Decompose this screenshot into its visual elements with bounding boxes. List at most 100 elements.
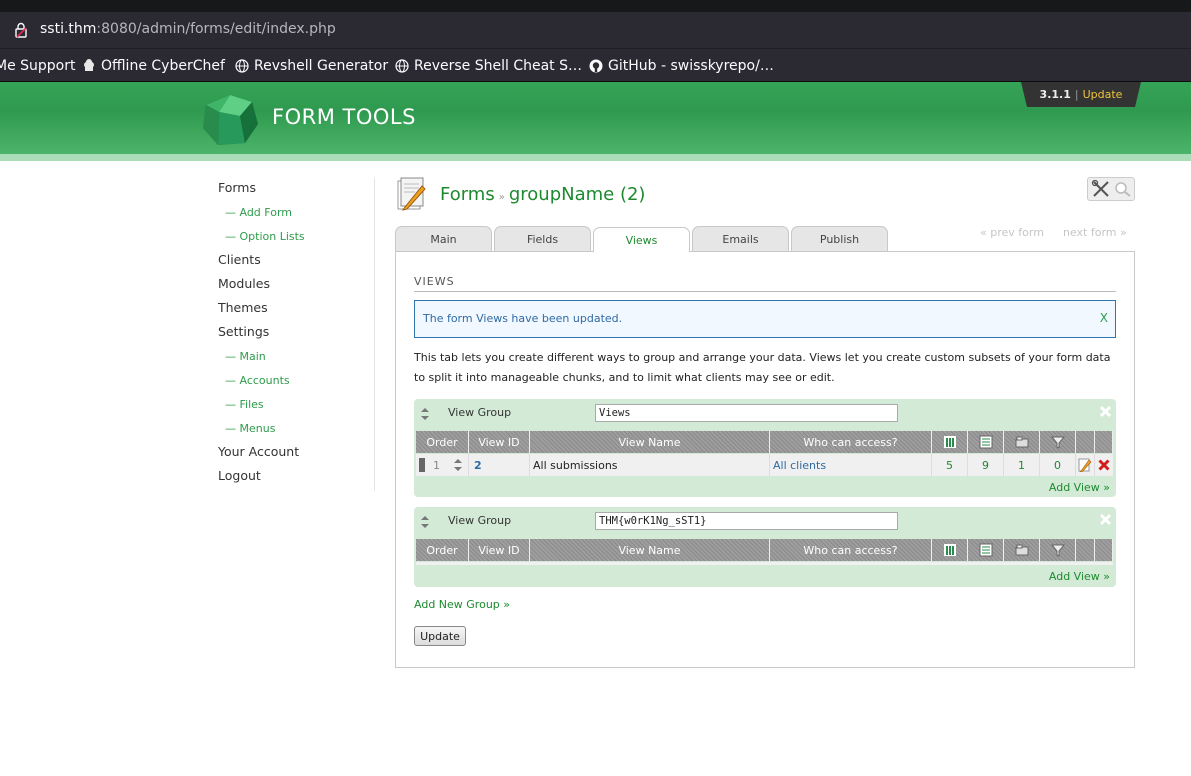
nav-themes[interactable]: Themes [218,300,268,315]
version-box: 3.1.1 | Update [1021,82,1141,107]
prev-form-link[interactable]: « prev form [980,226,1044,239]
nav-option-lists[interactable]: — Option Lists [225,230,305,243]
nav-accounts[interactable]: — Accounts [225,374,290,387]
add-view-link[interactable]: Add View » [1049,570,1110,583]
view-group-label: View Group [448,406,512,419]
breadcrumb-forms[interactable]: Forms [440,184,495,205]
col-tabs [1004,431,1040,453]
section-title: VIEWS [414,275,455,288]
bookmark-reverse-shell[interactable]: Reverse Shell Cheat S… [395,58,582,74]
delete-icon[interactable] [1098,459,1110,471]
cell-tabs-count: 1 [1004,454,1040,476]
col-order: Order [416,431,469,453]
view-group-label: View Group [448,514,512,527]
tabs-icon [1015,436,1028,448]
nav-logout[interactable]: Logout [218,468,261,483]
update-link[interactable]: Update [1083,88,1123,101]
drag-handle[interactable] [419,458,425,472]
sort-arrows-icon[interactable] [421,516,429,528]
nav-modules[interactable]: Modules [218,276,270,291]
sort-arrows-icon[interactable] [421,408,429,420]
col-delete [1095,431,1113,453]
view-group-name-input[interactable] [595,512,898,530]
tab-publish[interactable]: Publish [791,226,888,252]
cell-delete [1095,454,1113,476]
form-tools-logo-icon[interactable] [200,94,260,146]
col-fields [968,539,1004,561]
bookmark-revshell[interactable]: Revshell Generator [235,58,388,74]
col-view-name: View Name [530,539,770,561]
lock-icon[interactable] [15,22,27,38]
nav-settings[interactable]: Settings [218,324,269,339]
view-group: View Group Order View ID View Name Who c… [414,507,1116,587]
version-separator: | [1074,88,1079,101]
table-header: Order View ID View Name Who can access? [416,539,1113,561]
views-description: This tab lets you create different ways … [414,351,1111,384]
search-icon[interactable] [1113,180,1133,198]
nav-settings-main[interactable]: — Main [225,350,266,363]
browser-title-strip [0,0,1191,12]
nav-your-account[interactable]: Your Account [218,444,299,459]
columns-icon [943,436,956,448]
col-edit [1076,539,1095,561]
bookmark-label: Reverse Shell Cheat S… [414,58,582,74]
edit-pencil-icon[interactable] [1078,458,1092,472]
cell-order: 1 [416,454,469,476]
order-value: 1 [433,458,440,472]
notification-text: The form Views have been updated. [423,312,623,325]
nav-divider [374,178,375,491]
col-view-id: View ID [469,539,530,561]
col-columns [932,431,968,453]
view-group-name-input[interactable] [595,404,898,422]
add-new-group-link[interactable]: Add New Group » [414,598,510,611]
notification-close-button[interactable]: X [1100,311,1108,325]
bookmarks-bar: Me Support Offline CyberChef Revshell Ge… [0,48,1191,82]
list-icon [979,543,992,557]
bookmark-github[interactable]: GitHub - swisskyrepo/… [589,58,774,74]
nav-clients[interactable]: Clients [218,252,261,267]
bookmark-label: GitHub - swisskyrepo/… [608,58,774,74]
bookmark-label: Me Support [0,58,76,74]
cell-view-id[interactable]: 2 [469,454,530,476]
github-icon [589,59,603,73]
cell-fields-count: 9 [968,454,1004,476]
col-filters [1040,431,1076,453]
section-rule [414,291,1116,292]
col-view-id: View ID [469,431,530,453]
nav-files[interactable]: — Files [225,398,264,411]
cell-access[interactable]: All clients [770,454,932,476]
tab-emails[interactable]: Emails [692,226,789,252]
url-host: ssti.thm [40,21,97,37]
tab-views[interactable]: Views [593,227,690,252]
chef-hat-icon [84,59,94,71]
cell-filters-count: 0 [1040,454,1076,476]
sort-arrows-icon[interactable] [454,459,462,471]
nav-menus[interactable]: — Menus [225,422,275,435]
app-logo-text[interactable]: FORM TOOLS [272,105,416,129]
cell-edit [1076,454,1095,476]
browser-address-bar[interactable]: ssti.thm:8080/admin/forms/edit/index.php [0,12,1191,48]
bookmark-support[interactable]: Me Support [0,58,76,74]
col-view-name: View Name [530,431,770,453]
nav-forms[interactable]: Forms [218,180,256,195]
delete-group-icon[interactable] [1099,405,1112,418]
col-order: Order [416,539,469,561]
globe-icon [395,59,409,73]
page-title: Forms» groupName (2) [440,184,645,205]
bookmark-cyberchef[interactable]: Offline CyberChef [82,58,225,74]
cell-view-name: All submissions [530,454,770,476]
col-tabs [1004,539,1040,561]
col-delete [1095,539,1113,561]
url-text[interactable]: ssti.thm:8080/admin/forms/edit/index.php [40,21,336,37]
tools-icon[interactable] [1091,180,1111,198]
add-view-link[interactable]: Add View » [1049,481,1110,494]
col-filters [1040,539,1076,561]
next-form-link[interactable]: next form » [1063,226,1127,239]
col-columns [932,539,968,561]
delete-group-icon[interactable] [1099,513,1112,526]
update-button[interactable]: Update [414,626,466,646]
tabs-icon [1015,544,1028,556]
tab-fields[interactable]: Fields [494,226,591,252]
nav-add-form[interactable]: — Add Form [225,206,292,219]
tab-main[interactable]: Main [395,226,492,252]
